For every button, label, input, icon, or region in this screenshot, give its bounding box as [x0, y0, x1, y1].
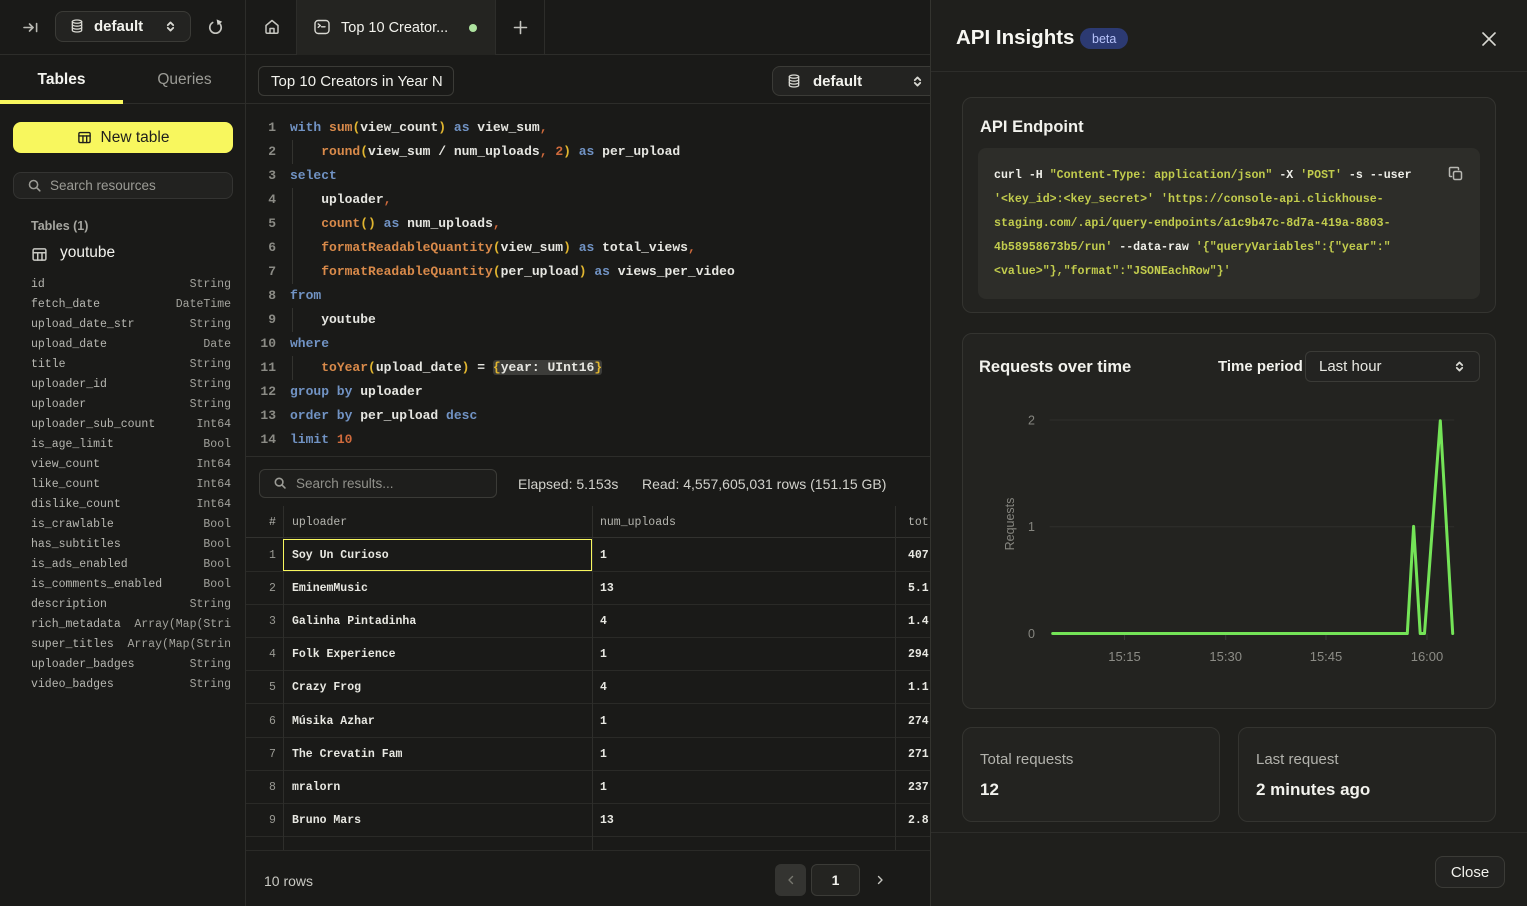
svg-text:15:15: 15:15 [1108, 649, 1141, 664]
svg-text:Requests: Requests [1003, 498, 1017, 551]
svg-text:1: 1 [1028, 520, 1035, 534]
svg-text:16:00: 16:00 [1411, 649, 1444, 664]
svg-text:0: 0 [1028, 627, 1035, 641]
svg-text:2: 2 [1028, 414, 1035, 428]
svg-text:15:45: 15:45 [1310, 649, 1343, 664]
svg-text:15:30: 15:30 [1209, 649, 1242, 664]
